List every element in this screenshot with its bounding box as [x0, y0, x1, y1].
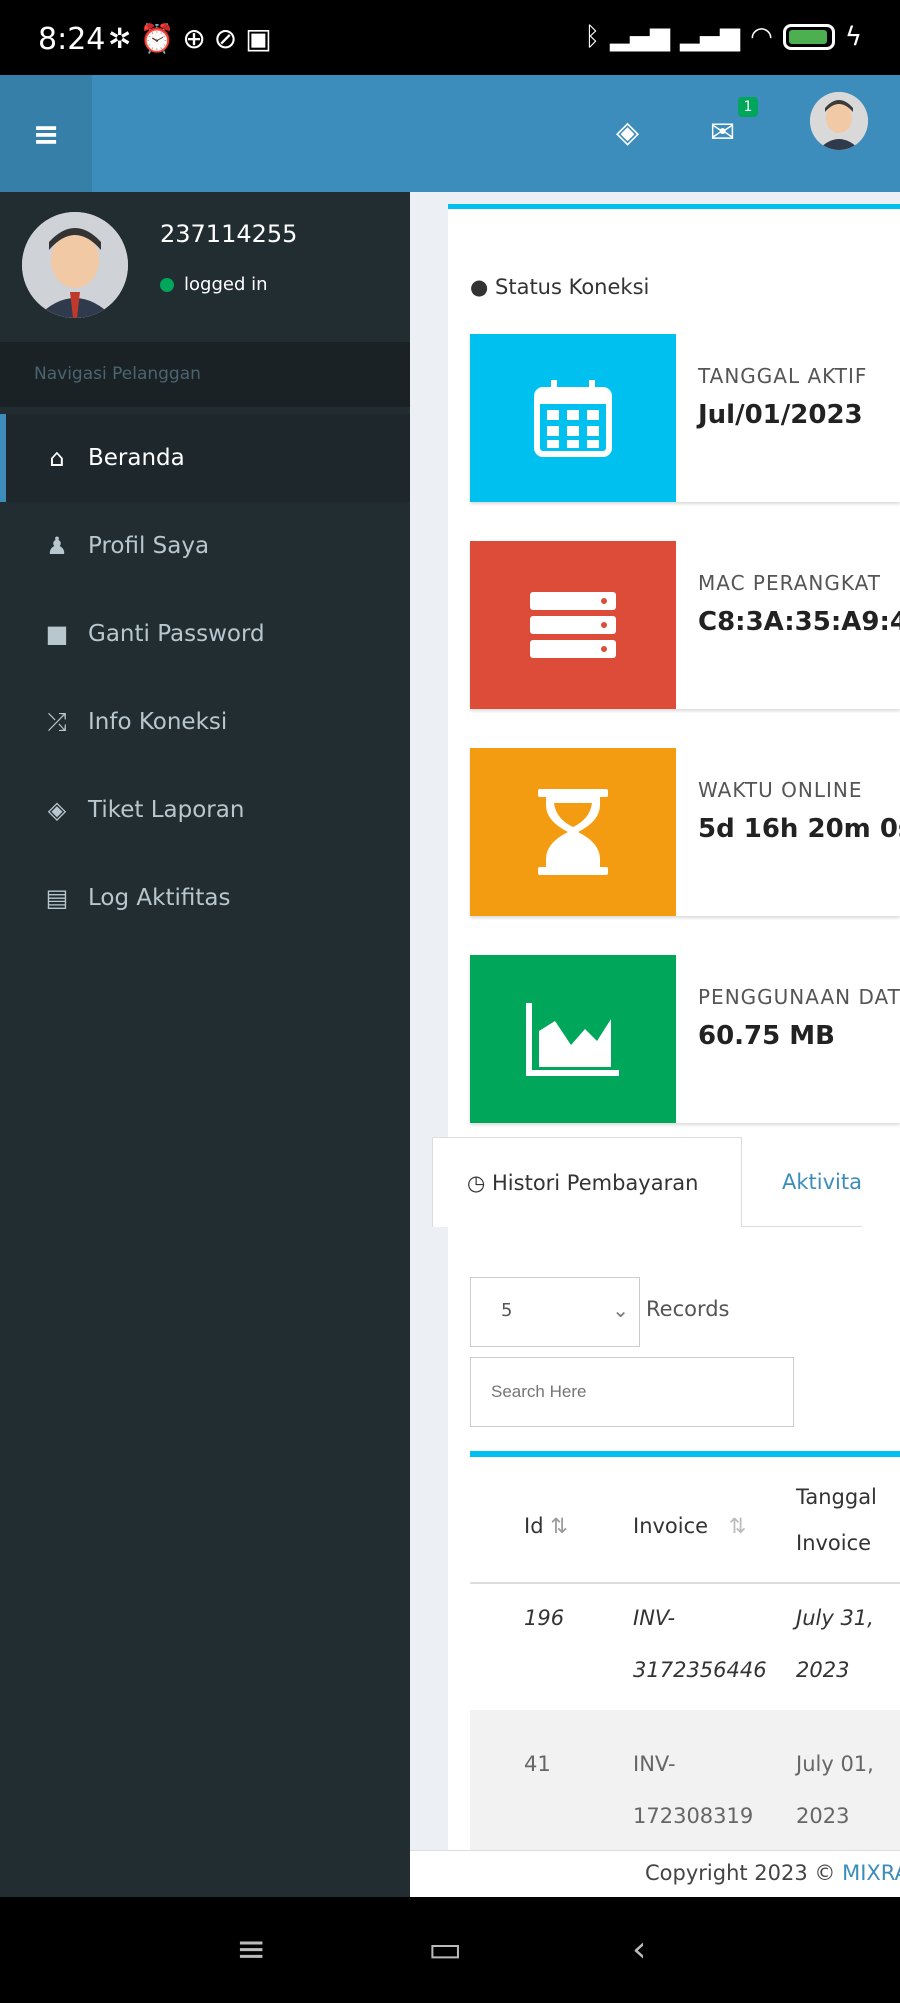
info-box-value: Jul/01/2023 — [698, 400, 863, 430]
battery-icon — [782, 24, 835, 50]
clock: 8:24 — [38, 22, 106, 57]
info-box-waktu: WAKTU ONLINE 5d 16h 20m 0s — [470, 748, 900, 916]
info-box-mac: MAC PERANGKAT C8:3A:35:A9:47: — [470, 541, 900, 709]
nav-header: Navigasi Pelanggan — [0, 342, 410, 407]
table-header-divider — [470, 1582, 900, 1584]
sidebar-item-tiket[interactable]: ◈ Tiket Laporan — [0, 766, 410, 854]
records-label: Records — [646, 1297, 730, 1321]
table-cell-date: July 01, 2023 — [796, 1752, 874, 1828]
sidebar-item-info-koneksi[interactable]: ⤮ Info Koneksi — [0, 678, 410, 766]
footer-link[interactable]: MIXRA — [842, 1861, 900, 1885]
area-chart-icon — [470, 955, 676, 1123]
tab-histori-pembayaran[interactable]: ◷ Histori Pembayaran — [432, 1137, 742, 1227]
chevron-down-icon: ⌄ — [612, 1298, 629, 1322]
clock-icon: ◷ — [467, 1171, 486, 1195]
info-box-value: C8:3A:35:A9:47: — [698, 607, 900, 637]
envelope-icon[interactable]: ✉ — [710, 115, 735, 150]
charging-icon: ϟ — [844, 22, 862, 52]
system-status-bar: 8:24 ✲⏰⊕⊘▣ ᛒ ▂▄▆ ▂▄▆ ◠ ϟ — [0, 0, 900, 75]
menu-icon: ≡ — [32, 114, 60, 153]
user-icon: ♟ — [46, 532, 68, 560]
info-box-label: PENGGUNAAN DAT — [698, 985, 900, 1009]
info-box-label: MAC PERANGKAT — [698, 571, 881, 595]
table-cell-id: 196 — [524, 1606, 565, 1630]
table-top-border — [470, 1451, 900, 1457]
back-button[interactable]: ‹ — [632, 1929, 646, 1970]
table-cell-invoice: INV- 3172356446 — [633, 1606, 767, 1682]
calendar-icon — [470, 334, 676, 502]
sidebar: 237114255 logged in Navigasi Pelanggan ⌂… — [0, 192, 410, 1897]
notification-badge: 1 — [738, 97, 758, 117]
sidebar-item-password[interactable]: ■ Ganti Password — [0, 590, 410, 678]
box-title: ● Status Koneksi — [470, 275, 650, 299]
sidebar-item-log[interactable]: ▤ Log Aktifitas — [0, 854, 410, 942]
info-box-label: TANGGAL AKTIF — [698, 364, 868, 388]
sidebar-item-profil[interactable]: ♟ Profil Saya — [0, 502, 410, 590]
bluetooth-icon: ᛒ — [584, 22, 601, 52]
user-name: 237114255 — [160, 220, 298, 248]
avatar — [22, 212, 128, 318]
info-box-tanggal: TANGGAL AKTIF Jul/01/2023 — [470, 334, 900, 502]
info-box-label: WAKTU ONLINE — [698, 778, 863, 802]
table-cell-date: July 31, 2023 — [796, 1606, 874, 1682]
tab-aktivitas[interactable]: Aktivita — [782, 1137, 862, 1227]
sort-icon: ⇅ — [550, 1514, 568, 1538]
wifi-icon: ◠ — [750, 22, 773, 52]
signal-icon: ▂▄▆ — [610, 22, 671, 52]
footer: Copyright 2023 © MIXRA — [410, 1850, 900, 1897]
ticket-icon: ◈ — [47, 796, 67, 824]
nav-list: ⌂ Beranda ♟ Profil Saya ■ Ganti Password ⤮ I… — [0, 414, 410, 942]
user-status: logged in — [160, 274, 268, 295]
file-icon: ▤ — [45, 884, 69, 912]
user-avatar-menu[interactable] — [810, 92, 868, 150]
search-input[interactable] — [470, 1357, 794, 1427]
table-header-id[interactable]: Id ⇅ — [524, 1514, 568, 1538]
ticket-icon[interactable]: ◈ — [616, 115, 639, 150]
top-navbar: ≡ ◈ ✉ 1 — [0, 75, 900, 192]
info-icon: ● — [470, 275, 489, 299]
home-button[interactable]: ▭ — [428, 1929, 462, 1970]
info-box-value: 5d 16h 20m 0s — [698, 814, 900, 844]
user-panel: 237114255 logged in — [0, 192, 410, 342]
server-icon — [470, 541, 676, 709]
info-box-value: 60.75 MB — [698, 1021, 835, 1051]
signal-icon: ▂▄▆ — [680, 22, 741, 52]
tab-bar: ◷ Histori Pembayaran Aktivita — [432, 1137, 862, 1227]
table-cell-invoice: INV- 172308319 — [633, 1752, 754, 1828]
hourglass-icon — [470, 748, 676, 916]
sort-icon: ⇅ — [728, 1514, 747, 1538]
sidebar-item-beranda[interactable]: ⌂ Beranda — [0, 414, 410, 502]
sidebar-toggle-button[interactable]: ≡ — [0, 75, 92, 192]
system-icons: ᛒ ▂▄▆ ▂▄▆ ◠ ϟ — [585, 22, 862, 52]
table-header-tanggal[interactable]: Tanggal Invoice — [796, 1474, 877, 1566]
recents-button[interactable]: ≡ — [236, 1929, 266, 1970]
table-header-invoice[interactable]: Invoice ⇅ — [633, 1514, 746, 1538]
main-content: ● Status Koneksi TANGGAL AKTIF Jul/01/20… — [410, 192, 900, 1897]
random-icon: ⤮ — [47, 708, 67, 736]
info-box-data: PENGGUNAAN DAT 60.75 MB — [470, 955, 900, 1123]
home-icon: ⌂ — [49, 444, 65, 472]
android-nav-bar: ≡ ▭ ‹ — [0, 1897, 900, 2003]
records-select[interactable]: 5 ⌄ — [470, 1277, 640, 1347]
notification-icons: ✲⏰⊕⊘▣ — [108, 22, 280, 55]
online-dot-icon — [160, 278, 174, 292]
lock-icon: ■ — [45, 620, 69, 648]
table-cell-id: 41 — [524, 1752, 551, 1776]
